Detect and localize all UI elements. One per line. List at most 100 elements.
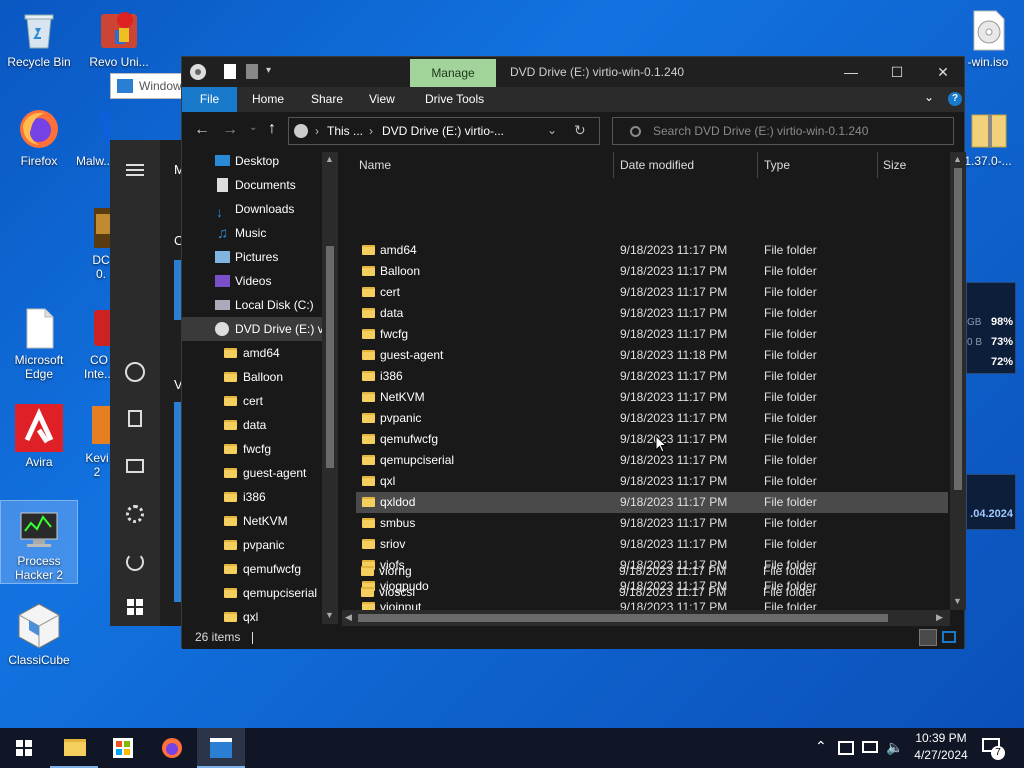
scrollbar-thumb[interactable] — [358, 614, 888, 622]
background-window-title[interactable]: Window — [110, 73, 190, 99]
file-row[interactable]: vioscsi 9/18/2023 11:17 PM File folder — [355, 582, 947, 603]
scrollbar-thumb[interactable] — [954, 168, 962, 490]
nav-item-pictures[interactable]: Pictures — [182, 245, 322, 269]
folder-icon — [224, 372, 237, 382]
nav-item-downloads[interactable]: ↓ Downloads — [182, 197, 322, 221]
tab-file[interactable]: File — [182, 87, 237, 112]
app-window-icon — [210, 738, 232, 758]
scrollbar-thumb[interactable] — [326, 246, 334, 468]
tray-volume-muted-icon[interactable]: 🔈 — [886, 739, 903, 756]
tab-share[interactable]: Share — [311, 87, 343, 112]
title-bar[interactable]: ▾ Manage DVD Drive (E:) virtio-win-0.1.2… — [182, 57, 964, 87]
taskbar-file-explorer[interactable] — [50, 728, 98, 768]
file-row[interactable]: viorng 9/18/2023 11:17 PM File folder — [355, 561, 947, 582]
tab-view[interactable]: View — [369, 87, 395, 112]
desktop-icon-recycle-bin[interactable]: Recycle Bin — [3, 8, 75, 69]
nav-item-folder[interactable]: cert — [182, 389, 322, 413]
taskbar-clock[interactable]: 10:39 PM 4/27/2024 — [906, 730, 976, 764]
forward-arrow-icon[interactable]: → — [222, 121, 238, 139]
nav-item-folder[interactable]: pvpanic — [182, 533, 322, 557]
nav-item-videos[interactable]: Videos — [182, 269, 322, 293]
scroll-right-icon[interactable]: ▶ — [936, 612, 943, 623]
start-button[interactable] — [0, 728, 48, 768]
pictures-icon[interactable] — [126, 459, 144, 473]
desktop-icon-firefox[interactable]: Firefox — [3, 107, 75, 168]
nav-item-folder[interactable]: fwcfg — [182, 437, 322, 461]
desktop-icon-edge[interactable]: Microsoft Edge — [3, 306, 75, 381]
scroll-up-icon[interactable]: ▲ — [953, 154, 962, 164]
scroll-down-icon[interactable]: ▼ — [953, 596, 962, 606]
desktop-icon-process-hacker[interactable]: Process Hacker 2 — [0, 500, 78, 584]
disk-usage-widget: GB 98% 0 B 73% 72% — [966, 282, 1016, 374]
nav-item-folder[interactable]: amd64 — [182, 341, 322, 365]
breadcrumb-dvd-drive[interactable]: DVD Drive (E:) virtio-... — [382, 124, 504, 138]
nav-item-documents[interactable]: Documents — [182, 173, 322, 197]
address-row: ← → ⌄ ↑ › This ... › DVD Drive (E:) virt… — [182, 112, 964, 152]
tab-home[interactable]: Home — [252, 87, 284, 112]
nav-item-folder[interactable]: i386 — [182, 485, 322, 509]
documents-icon[interactable] — [128, 410, 142, 427]
file-date: 9/18/2023 11:17 PM — [619, 564, 727, 578]
search-icon — [630, 126, 641, 137]
tab-drive-tools[interactable]: Drive Tools — [425, 87, 484, 112]
nav-item-folder[interactable]: qemufwcfg — [182, 557, 322, 581]
horizontal-scrollbar[interactable]: ◀ ▶ — [342, 610, 950, 626]
navigation-scrollbar[interactable]: ▲ ▼ — [322, 152, 338, 624]
nav-item-folder[interactable]: qemupciserial — [182, 581, 322, 605]
details-view-icon[interactable] — [919, 629, 937, 646]
scroll-up-icon[interactable]: ▲ — [325, 154, 334, 164]
address-bar[interactable]: › This ... › DVD Drive (E:) virtio-... ⌄… — [288, 117, 600, 145]
hamburger-menu-icon[interactable] — [126, 164, 144, 176]
maximize-button[interactable]: ☐ — [874, 57, 920, 87]
start-menu-rail — [110, 140, 160, 626]
scroll-down-icon[interactable]: ▼ — [325, 610, 334, 620]
breadcrumb-this-pc[interactable]: This ... — [327, 124, 363, 138]
desktop-icon-kevi[interactable]: Kevi 2 — [82, 404, 112, 479]
nav-item-folder[interactable]: NetKVM — [182, 509, 322, 533]
minimize-button[interactable]: — — [828, 57, 874, 87]
notification-center-button[interactable]: 7 — [982, 738, 1005, 760]
tray-network-icon[interactable] — [862, 741, 878, 753]
ribbon-expand-chevron-icon[interactable]: ⌄ — [924, 90, 934, 104]
nav-item-local-disk[interactable]: Local Disk (C:) — [182, 293, 322, 317]
scroll-left-icon[interactable]: ◀ — [345, 612, 352, 623]
desktop-icon-classicube[interactable]: ClassiCube — [3, 602, 75, 667]
process-hacker-icon — [17, 507, 61, 551]
status-bar: 26 items — [182, 626, 964, 649]
taskbar-firefox[interactable] — [148, 728, 196, 768]
quick-access-new-folder-icon[interactable] — [246, 64, 258, 79]
desktop-icon-malwarebytes[interactable]: Malw... — [76, 107, 110, 168]
quick-access-properties-icon[interactable] — [224, 64, 236, 79]
nav-item-folder[interactable]: data — [182, 413, 322, 437]
taskbar-app[interactable] — [197, 728, 245, 768]
desktop-icon-avira[interactable]: Avira — [3, 404, 75, 469]
tray-overflow-chevron-icon[interactable]: ⌃ — [815, 738, 827, 755]
desktop-icon-revo[interactable]: Revo Uni... — [83, 8, 155, 69]
nav-item-music[interactable]: ♫ Music — [182, 221, 322, 245]
recent-locations-chevron-icon[interactable]: ⌄ — [249, 122, 257, 133]
nav-item-desktop[interactable]: Desktop — [182, 152, 322, 173]
close-button[interactable]: ✕ — [920, 57, 966, 87]
tray-security-icon[interactable] — [838, 741, 854, 755]
manage-tab[interactable]: Manage — [410, 59, 496, 87]
user-avatar-icon[interactable] — [125, 362, 145, 382]
nav-item-folder[interactable]: qxl — [182, 605, 322, 624]
file-list-scrollbar[interactable]: ▲ ▼ — [950, 152, 966, 610]
quick-access-dropdown-icon[interactable]: ▾ — [266, 65, 271, 76]
help-icon[interactable]: ? — [948, 92, 962, 106]
power-icon[interactable] — [126, 553, 144, 571]
refresh-icon[interactable]: ↻ — [574, 122, 586, 139]
address-history-chevron-icon[interactable]: ⌄ — [547, 123, 557, 137]
search-input[interactable]: Search DVD Drive (E:) virtio-win-0.1.240 — [612, 117, 954, 145]
settings-gear-icon[interactable] — [126, 505, 144, 523]
up-arrow-icon[interactable]: ↑ — [268, 120, 276, 138]
nav-item-folder[interactable]: guest-agent — [182, 461, 322, 485]
taskbar-store[interactable] — [99, 728, 147, 768]
back-arrow-icon[interactable]: ← — [194, 121, 210, 139]
windows-start-icon[interactable] — [127, 599, 143, 615]
clock-time: 10:39 PM — [915, 731, 967, 745]
tiles-view-icon[interactable] — [942, 631, 956, 643]
nav-item-dvd-drive[interactable]: DVD Drive (E:) vi — [182, 317, 326, 341]
nav-item-folder[interactable]: Balloon — [182, 365, 322, 389]
desktop-icon-label: Microsoft Edge — [14, 353, 64, 381]
